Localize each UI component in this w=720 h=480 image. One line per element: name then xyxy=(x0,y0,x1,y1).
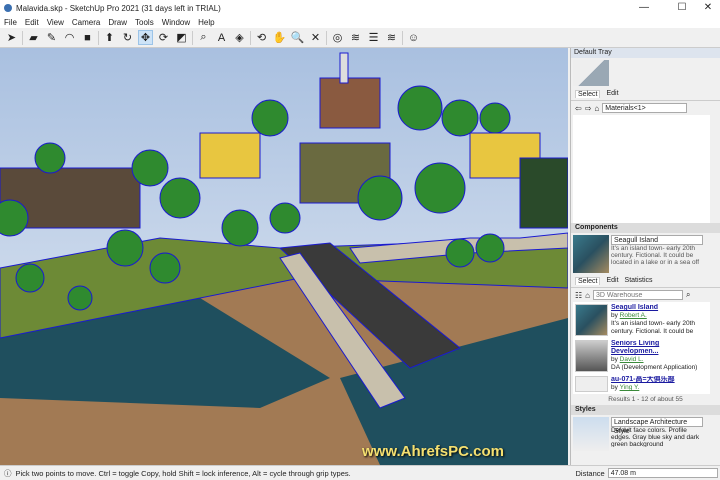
watermark: www.AhrefsPC.com xyxy=(362,443,504,460)
materials-list[interactable] xyxy=(573,115,710,223)
text-icon[interactable]: A xyxy=(214,30,229,45)
list-item[interactable]: Seagull Island by Robert A. It's an island… xyxy=(573,302,710,338)
measurements-input[interactable]: 47.08 m xyxy=(607,468,718,478)
menu-camera[interactable]: Camera xyxy=(72,18,100,27)
material-preview xyxy=(571,58,720,88)
zoom-extents-icon[interactable]: ✕ xyxy=(308,30,323,45)
eraser-icon[interactable]: ▰ xyxy=(26,30,41,45)
menu-file[interactable]: File xyxy=(4,18,17,27)
style-description: Default face colors. Profile edges. Gray… xyxy=(611,427,700,447)
components-header[interactable]: Components xyxy=(571,223,720,233)
account-icon[interactable]: ☺ xyxy=(406,30,421,45)
styles-header[interactable]: Styles xyxy=(571,405,720,415)
info-icon: ⓘ xyxy=(4,468,12,478)
component-name[interactable]: Seagull Island xyxy=(611,235,703,245)
title-bar: Malavida.skp - SketchUp Pro 2021 (31 day… xyxy=(0,0,720,16)
view-options-icon[interactable]: ☷ xyxy=(575,291,582,300)
move-icon[interactable]: ✥ xyxy=(138,30,153,45)
push-pull-icon[interactable]: ⬆ xyxy=(102,30,117,45)
pencil-icon[interactable]: ✎ xyxy=(44,30,59,45)
toolbar-separator xyxy=(22,30,23,45)
menu-draw[interactable]: Draw xyxy=(108,18,127,27)
toolbar-separator xyxy=(98,30,99,45)
orbit-icon[interactable]: ⟲ xyxy=(254,30,269,45)
layout-icon[interactable]: ☰ xyxy=(366,30,381,45)
list-item[interactable]: Seniors Living Developmen... by David L. D… xyxy=(573,338,710,374)
result-author[interactable]: David L. xyxy=(620,356,644,363)
extension-manager-icon[interactable]: ≋ xyxy=(384,30,399,45)
style-name[interactable]: Landscape Architecture Style xyxy=(611,417,703,435)
materials-tab-select[interactable]: Select xyxy=(575,90,601,98)
results-count: Results 1 - 12 of about 55 xyxy=(608,396,683,403)
toolbar-separator xyxy=(192,30,193,45)
search-icon[interactable]: ⌕ xyxy=(686,290,690,300)
toolbar-separator xyxy=(250,30,251,45)
tray-title: Default Tray xyxy=(571,48,720,58)
minimize-button[interactable]: — xyxy=(630,0,658,16)
result-author[interactable]: Ying Y. xyxy=(620,384,640,391)
close-button[interactable]: ✕ xyxy=(694,0,720,16)
materials-dropdown[interactable]: Materials<1> xyxy=(602,103,688,113)
components-tab-statistics[interactable]: Statistics xyxy=(625,277,653,285)
menu-tools[interactable]: Tools xyxy=(135,18,154,27)
menu-edit[interactable]: Edit xyxy=(25,18,39,27)
menu-help[interactable]: Help xyxy=(198,18,214,27)
menu-window[interactable]: Window xyxy=(162,18,190,27)
zoom-icon[interactable]: 🔍 xyxy=(290,30,305,45)
status-bar: ⓘ Pick two points to move. Ctrl = toggle… xyxy=(0,465,720,480)
result-desc: DA (Development Application) approved Se… xyxy=(611,364,698,371)
results-list[interactable]: Seagull Island by Robert A. It's an island… xyxy=(573,302,710,394)
follow-me-icon[interactable]: ↻ xyxy=(120,30,135,45)
forward-icon[interactable]: ⇨ xyxy=(585,104,592,113)
back-icon[interactable]: ⇦ xyxy=(575,104,582,113)
tape-measure-icon[interactable]: ⌕ xyxy=(196,30,211,45)
default-tray: Default Tray Select Edit ⇦ ⇨ ⌂ Materials<1>… xyxy=(570,48,720,465)
warehouse-search-input[interactable] xyxy=(593,290,684,300)
sketchup-logo-icon xyxy=(4,4,12,12)
menu-view[interactable]: View xyxy=(47,18,64,27)
result-desc: It's an island town- early 20th century.… xyxy=(611,320,695,335)
result-title[interactable]: au-071-高=大俱乐部 xyxy=(611,376,675,383)
select-arrow-icon[interactable]: ➤ xyxy=(4,30,19,45)
list-item[interactable]: au-071-高=大俱乐部 by Ying Y. xyxy=(573,374,710,394)
menu-bar: File Edit View Camera Draw Tools Window … xyxy=(0,16,720,28)
home-icon[interactable]: ⌂ xyxy=(585,291,590,300)
result-author[interactable]: Robert A. xyxy=(620,312,647,319)
component-description: It's an island town- early 20th century.… xyxy=(611,245,700,266)
rotate-icon[interactable]: ⟳ xyxy=(156,30,171,45)
3d-warehouse-icon[interactable]: ◎ xyxy=(330,30,345,45)
window-title: Malavida.skp - SketchUp Pro 2021 (31 day… xyxy=(16,3,221,13)
toolbar-separator xyxy=(402,30,403,45)
result-title[interactable]: Seagull Island xyxy=(611,304,658,311)
pan-icon[interactable]: ✋ xyxy=(272,30,287,45)
result-title[interactable]: Seniors Living Developmen... xyxy=(611,340,659,355)
arc-icon[interactable]: ◠ xyxy=(62,30,77,45)
component-thumbnail xyxy=(573,235,609,273)
paint-bucket-icon[interactable]: ◈ xyxy=(232,30,247,45)
components-tab-select[interactable]: Select xyxy=(575,277,601,285)
toolbar-separator xyxy=(326,30,327,45)
measurements-label: Distance xyxy=(575,468,605,478)
home-icon[interactable]: ⌂ xyxy=(594,104,599,113)
materials-tab-edit[interactable]: Edit xyxy=(606,90,618,98)
extension-warehouse-icon[interactable]: ≋ xyxy=(348,30,363,45)
main-toolbar: ➤ ▰ ✎ ◠ ■ ⬆ ↻ ✥ ⟳ ◩ ⌕ A ◈ ⟲ ✋ 🔍 ✕ ◎ ≋ ☰ ≋ ☺ xyxy=(0,28,720,48)
3d-viewport[interactable]: www.AhrefsPC.com xyxy=(0,48,568,465)
scale-icon[interactable]: ◩ xyxy=(174,30,189,45)
maximize-button[interactable]: ☐ xyxy=(668,0,696,16)
status-hint: Pick two points to move. Ctrl = toggle C… xyxy=(15,468,351,478)
rectangle-icon[interactable]: ■ xyxy=(80,30,95,45)
style-thumbnail xyxy=(573,417,609,451)
components-tab-edit[interactable]: Edit xyxy=(606,277,618,285)
